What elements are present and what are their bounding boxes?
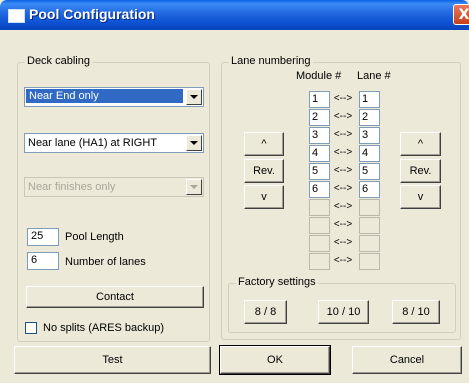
module-number-cell[interactable]: 2 [309, 109, 330, 126]
end-select[interactable]: Near End only [24, 87, 204, 107]
pool-length-input[interactable]: 25 [27, 228, 59, 246]
module-number-cell[interactable]: 5 [309, 163, 330, 180]
pool-length-label: Pool Length [65, 231, 124, 243]
deck-cabling-legend: Deck cabling [25, 55, 92, 67]
finish-select[interactable]: Near finishes only [24, 177, 204, 197]
module-number-cell[interactable]: 6 [309, 181, 330, 198]
factory-settings-legend: Factory settings [236, 276, 318, 288]
lane-number-cell[interactable]: 4 [359, 145, 380, 162]
module-number-cell[interactable]: 3 [309, 127, 330, 144]
window-title: Pool Configuration [29, 6, 155, 22]
lane-side-select[interactable]: Near lane (HA1) at RIGHT [24, 133, 204, 153]
mapping-arrow: <--> [333, 219, 353, 230]
no-splits-checkbox[interactable] [25, 322, 37, 334]
factory-8-8-button[interactable]: 8 / 8 [244, 300, 287, 324]
lane-number-cell[interactable] [359, 217, 380, 234]
cancel-button[interactable]: Cancel [352, 346, 462, 374]
chevron-down-icon[interactable] [186, 89, 202, 105]
mapping-arrow: <--> [333, 129, 353, 140]
right-down-button[interactable]: v [400, 185, 441, 209]
mapping-arrow: <--> [333, 165, 353, 176]
pool-configuration-window: Pool Configuration X Deck cabling Near E… [0, 0, 469, 383]
right-reverse-button[interactable]: Rev. [400, 159, 441, 183]
lanes-label: Number of lanes [65, 256, 146, 268]
lane-number-cell[interactable]: 6 [359, 181, 380, 198]
module-column-header: Module # [296, 70, 342, 82]
lane-column-header: Lane # [357, 70, 391, 82]
lane-number-cell[interactable] [359, 253, 380, 270]
right-up-button[interactable]: ^ [400, 132, 441, 156]
mapping-arrow: <--> [333, 147, 353, 158]
mapping-arrow: <--> [333, 201, 353, 212]
module-number-cell[interactable] [309, 235, 330, 252]
left-down-button[interactable]: v [244, 185, 284, 209]
mapping-arrow: <--> [333, 183, 353, 194]
lane-number-cell[interactable] [359, 199, 380, 216]
lane-number-cell[interactable] [359, 235, 380, 252]
module-number-cell[interactable] [309, 217, 330, 234]
left-up-button[interactable]: ^ [244, 132, 284, 156]
lane-number-cell[interactable]: 2 [359, 109, 380, 126]
lanes-input[interactable]: 6 [27, 252, 59, 270]
lane-numbering-legend: Lane numbering [229, 55, 313, 67]
mapping-arrow: <--> [333, 93, 353, 104]
contact-button[interactable]: Contact [26, 286, 204, 308]
chevron-down-icon[interactable] [186, 135, 202, 151]
mapping-arrow: <--> [333, 237, 353, 248]
ok-button[interactable]: OK [219, 345, 331, 375]
window-icon [8, 9, 25, 23]
title-bar[interactable]: Pool Configuration X [0, 0, 469, 30]
module-number-cell[interactable] [309, 199, 330, 216]
left-reverse-button[interactable]: Rev. [244, 159, 284, 183]
lane-side-select-value: Near lane (HA1) at RIGHT [28, 137, 157, 149]
lane-number-cell[interactable]: 5 [359, 163, 380, 180]
mapping-arrow: <--> [333, 111, 353, 122]
lane-number-cell[interactable]: 1 [359, 91, 380, 108]
end-select-value: Near End only [26, 89, 183, 103]
lane-number-cell[interactable]: 3 [359, 127, 380, 144]
close-button[interactable]: X [453, 4, 469, 25]
module-number-cell[interactable]: 1 [309, 91, 330, 108]
module-number-cell[interactable]: 4 [309, 145, 330, 162]
chevron-down-icon[interactable] [186, 179, 202, 195]
factory-10-10-button[interactable]: 10 / 10 [318, 300, 369, 324]
test-button[interactable]: Test [14, 346, 211, 374]
factory-8-10-button[interactable]: 8 / 10 [392, 300, 440, 324]
finish-select-value: Near finishes only [28, 181, 116, 193]
module-number-cell[interactable] [309, 253, 330, 270]
no-splits-label: No splits (ARES backup) [43, 322, 165, 334]
mapping-arrow: <--> [333, 255, 353, 266]
